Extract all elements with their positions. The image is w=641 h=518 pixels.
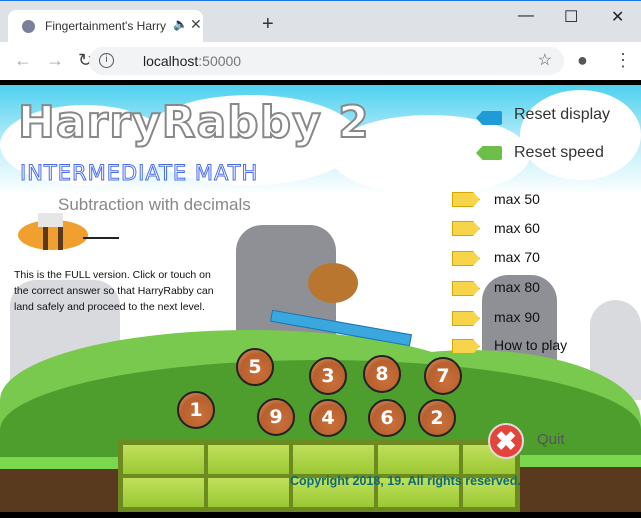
title-bar: Fingertainment's Harry Rabby 2 🔈 ✕ + — ☐… xyxy=(0,0,641,42)
game-subtitle: INTERMEDIATE MATH xyxy=(20,161,258,185)
profile-icon[interactable]: ● xyxy=(577,50,588,71)
tag-icon[interactable] xyxy=(452,221,480,236)
ground xyxy=(520,455,641,512)
address-bar[interactable]: i localhost:50000 ☆ xyxy=(89,47,564,75)
favicon-icon xyxy=(22,20,35,33)
tab-title: Fingertainment's Harry Rabby 2 xyxy=(45,19,170,33)
bookmark-star-icon[interactable]: ☆ xyxy=(538,50,552,70)
answer-ball-8[interactable]: 8 xyxy=(363,355,401,393)
browser-toolbar: ← → ↻ i localhost:50000 ☆ ● ⋮ xyxy=(0,42,641,80)
reset-speed-button[interactable]: Reset speed xyxy=(514,144,604,162)
answer-ball-6[interactable]: 6 xyxy=(368,399,406,437)
menu-dots-icon[interactable]: ⋮ xyxy=(614,50,632,71)
tag-icon[interactable] xyxy=(452,251,480,266)
answer-ball-2[interactable]: 2 xyxy=(418,399,456,437)
audio-icon[interactable]: 🔈 xyxy=(173,17,188,31)
answer-ball-7[interactable]: 7 xyxy=(424,357,462,395)
reset-display-button[interactable]: Reset display xyxy=(514,106,610,124)
maximize-button[interactable]: ☐ xyxy=(564,7,578,27)
url-port: :50000 xyxy=(198,53,241,69)
rabbit-character xyxy=(308,263,358,303)
bee-icon xyxy=(13,210,123,255)
close-window-button[interactable]: ✕ xyxy=(611,7,624,27)
answer-ball-5[interactable]: 5 xyxy=(236,348,274,386)
menu-max-80[interactable]: max 80 xyxy=(494,279,540,295)
quit-icon[interactable]: ✖ xyxy=(488,423,524,459)
forward-button[interactable]: → xyxy=(46,50,64,71)
info-icon[interactable]: i xyxy=(99,53,114,68)
menu-max-70[interactable]: max 70 xyxy=(494,249,540,265)
quit-button[interactable]: Quit xyxy=(537,431,565,448)
minimize-button[interactable]: — xyxy=(518,7,534,25)
tag-icon[interactable] xyxy=(452,192,480,207)
tag-icon[interactable] xyxy=(452,281,480,296)
answer-ball-3[interactable]: 3 xyxy=(309,357,347,395)
close-tab-icon[interactable]: ✕ xyxy=(190,16,202,33)
menu-max-60[interactable]: max 60 xyxy=(494,220,540,236)
menu-max-50[interactable]: max 50 xyxy=(494,191,540,207)
ground xyxy=(0,457,118,512)
menu-how-to-play[interactable]: How to play xyxy=(494,337,567,353)
game-canvas[interactable]: HarryRabby 2 INTERMEDIATE MATH Subtracti… xyxy=(0,85,641,512)
url-host: localhost xyxy=(143,53,198,69)
game-description: This is the FULL version. Click or touch… xyxy=(14,267,214,315)
browser-tab[interactable]: Fingertainment's Harry Rabby 2 🔈 ✕ xyxy=(8,10,203,43)
answer-ball-4[interactable]: 4 xyxy=(309,399,347,437)
game-logo: HarryRabby 2 xyxy=(18,97,370,148)
tag-icon[interactable] xyxy=(452,311,480,326)
answer-ball-9[interactable]: 9 xyxy=(257,398,295,436)
cloud xyxy=(520,90,641,180)
new-tab-button[interactable]: + xyxy=(262,13,274,36)
menu-max-90[interactable]: max 90 xyxy=(494,309,540,325)
answer-ball-1[interactable]: 1 xyxy=(177,391,215,429)
copyright-text: Copyright 2018, 19. All rights reserved. xyxy=(290,474,521,488)
back-button[interactable]: ← xyxy=(14,50,32,71)
